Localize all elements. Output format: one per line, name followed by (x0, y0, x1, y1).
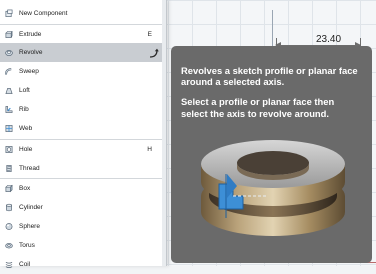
rib-icon (5, 106, 13, 114)
menu-scrollbar[interactable] (162, 0, 166, 266)
menu-item-rib[interactable]: Rib (0, 100, 166, 119)
menu-item-web[interactable]: Web (0, 119, 166, 138)
menu-item-extrude[interactable]: Extrude E (0, 25, 166, 44)
menu-item-sphere[interactable]: Sphere (0, 217, 166, 236)
menu-item-new-component[interactable]: New Component (0, 4, 166, 23)
thread-icon (5, 165, 13, 173)
torus-icon (5, 242, 13, 250)
shortcut-label: E (147, 31, 152, 38)
menu-item-label: Torus (19, 242, 35, 249)
extrude-icon (5, 31, 13, 39)
web-icon (5, 125, 13, 133)
tooltip-panel: Revolves a sketch profile or planar face… (171, 46, 372, 263)
sketch-axis-vertical (272, 10, 273, 46)
menu-item-label: Extrude (19, 31, 42, 38)
menu-item-label: Loft (19, 87, 30, 94)
menu-item-label: Rib (19, 106, 29, 113)
menu-item-label: Thread (19, 165, 40, 172)
pin-arrow-icon[interactable] (148, 47, 160, 59)
menu-item-coil[interactable]: Coil (0, 255, 166, 274)
sphere-icon (5, 223, 13, 231)
menu-item-cylinder[interactable]: Cylinder (0, 198, 166, 217)
menu-item-label: Box (19, 185, 31, 192)
create-dropdown-menu: New Component Extrude E Revolve Sweep Lo… (0, 0, 167, 268)
menu-item-label: Hole (19, 146, 33, 153)
box-icon (5, 184, 13, 193)
cylinder-icon (5, 203, 13, 212)
revolve-icon (5, 49, 13, 57)
menu-item-label: New Component (19, 10, 68, 17)
shortcut-label: H (147, 146, 152, 153)
menu-item-thread[interactable]: Thread (0, 159, 166, 178)
menu-item-label: Cylinder (19, 204, 43, 211)
menu-item-label: Revolve (19, 49, 43, 56)
menu-item-revolve[interactable]: Revolve (0, 43, 166, 62)
menu-item-box[interactable]: Box (0, 179, 166, 198)
menu-item-torus[interactable]: Torus (0, 236, 166, 255)
dimension-value[interactable]: 23.40 (316, 34, 341, 45)
menu-item-label: Sphere (19, 223, 40, 230)
sweep-icon (5, 68, 13, 76)
menu-item-label: Sweep (19, 68, 39, 75)
menu-item-sweep[interactable]: Sweep (0, 62, 166, 81)
loft-icon (5, 87, 13, 95)
menu-item-loft[interactable]: Loft (0, 81, 166, 100)
revolve-illustration-image (201, 140, 345, 236)
hole-icon (5, 146, 13, 154)
menu-item-label: Web (19, 125, 33, 132)
menu-item-label: Coil (19, 261, 31, 268)
coil-icon (5, 261, 13, 269)
new-component-icon (5, 9, 13, 18)
menu-item-hole[interactable]: Hole H (0, 140, 166, 159)
